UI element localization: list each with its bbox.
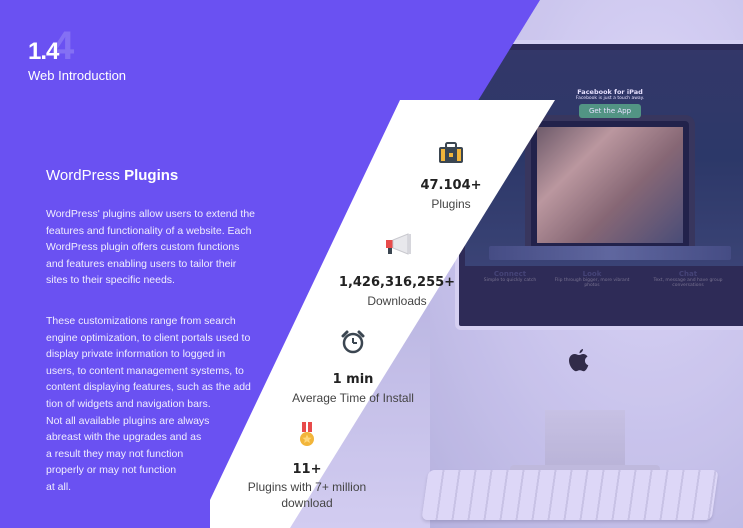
medal-icon bbox=[232, 422, 382, 452]
section-subtitle: Web Introduction bbox=[28, 68, 127, 83]
stat-install-time: 1 min Average Time of Install bbox=[278, 330, 428, 405]
stat-plugins: 47.104+ Plugins bbox=[386, 142, 516, 211]
stat-value: 11+ bbox=[292, 462, 322, 477]
briefcase-icon bbox=[386, 142, 516, 168]
stat-label: Plugins bbox=[431, 197, 471, 211]
stat-label: Downloads bbox=[367, 294, 427, 308]
title-light: WordPress bbox=[46, 167, 125, 184]
stat-value: 47.104+ bbox=[420, 178, 482, 193]
megaphone-icon bbox=[384, 233, 472, 259]
alarm-clock-icon bbox=[278, 330, 428, 358]
stat-popular-plugins: 11+ Plugins with 7+ million download bbox=[232, 422, 382, 510]
stat-label: Plugins with 7+ million bbox=[247, 480, 367, 494]
intro-paragraph: WordPress' plugins allow users to extend… bbox=[46, 208, 256, 287]
page-title: WordPress Plugins bbox=[46, 167, 178, 184]
title-bold: Plugins bbox=[124, 167, 179, 184]
stat-downloads: 1,426,316,255+ Downloads bbox=[322, 233, 472, 308]
stat-label: Average Time of Install bbox=[292, 391, 414, 405]
slide: Facebook for iPad Facebook is just a tou… bbox=[0, 0, 743, 528]
section-number: 1.4 bbox=[28, 38, 59, 65]
detail-paragraph: These customizations range from search e… bbox=[46, 315, 251, 493]
stat-value: 1,426,316,255+ bbox=[338, 275, 456, 290]
stat-label-line2: download bbox=[281, 496, 333, 510]
stat-value: 1 min bbox=[332, 372, 374, 387]
